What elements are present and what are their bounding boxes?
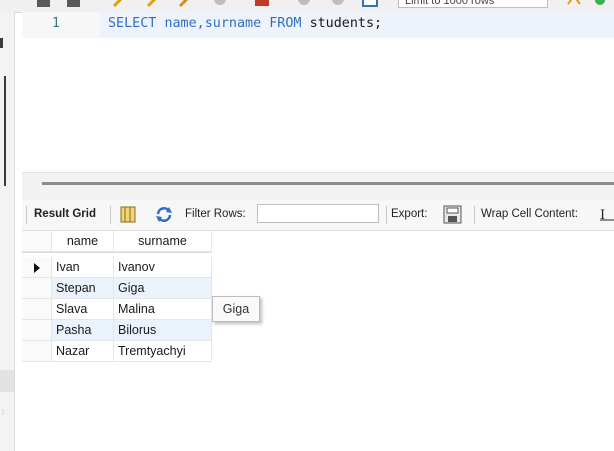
cell-surname[interactable]: Tremtyachyi — [114, 341, 212, 362]
cell-name[interactable]: Ivan — [52, 257, 114, 278]
toolbar-separator — [26, 206, 27, 224]
commit-icon[interactable] — [254, 0, 270, 8]
panel-splitter[interactable] — [22, 172, 614, 201]
grid-header-row: name surname — [22, 231, 212, 253]
cell-name[interactable]: Stepan — [52, 278, 114, 299]
navigator-edge-block — [0, 370, 14, 392]
navigator-panel-edge: ⁞ — [0, 12, 15, 451]
execute-query-icon[interactable] — [112, 0, 128, 8]
cell-name[interactable]: Pasha — [52, 320, 114, 341]
row-indicator[interactable] — [22, 341, 52, 362]
toolbar-separator — [474, 206, 475, 224]
result-toolbar: Result Grid Filter Rows: Export: Wrap Ce… — [22, 200, 614, 231]
query-table: students; — [309, 16, 383, 31]
wrap-cell-icon[interactable]: I — [600, 206, 614, 225]
table-row[interactable]: Slava Malina — [22, 299, 212, 320]
filter-rows-input[interactable] — [257, 204, 379, 223]
mysql-workbench-window: Limit to 1000 rows ⁞ 1 SELECT name,surna… — [0, 0, 614, 451]
cell-surname[interactable]: Bilorus — [114, 320, 212, 341]
keyword-from: FROM — [269, 16, 302, 31]
query-columns: name,surname — [164, 16, 262, 31]
cell-surname[interactable]: Malina — [114, 299, 212, 320]
export-icon[interactable] — [443, 205, 463, 227]
cell-tooltip: Giga — [212, 296, 260, 322]
refresh-icon[interactable] — [154, 206, 174, 226]
auto-commit-icon[interactable] — [330, 0, 346, 8]
table-row[interactable]: Pasha Bilorus — [22, 320, 212, 341]
sql-editor[interactable]: 1 SELECT name,surname FROM students; — [22, 12, 614, 172]
table-row[interactable]: Ivan Ivanov — [22, 257, 212, 278]
column-header-name[interactable]: name — [52, 231, 114, 252]
result-grid-tab[interactable]: Result Grid — [34, 208, 96, 220]
filter-rows-label: Filter Rows: — [185, 208, 246, 220]
save-icon[interactable] — [36, 0, 52, 8]
row-indicator-header — [22, 231, 52, 252]
row-indicator[interactable] — [22, 299, 52, 320]
grip-icon[interactable]: ⁞ — [2, 410, 10, 418]
beautify-icon[interactable] — [566, 0, 582, 8]
keyword-select: SELECT — [108, 16, 157, 31]
toolbar-separator — [110, 206, 111, 224]
sql-query-line[interactable]: SELECT name,surname FROM students; — [108, 16, 382, 31]
execute-current-icon[interactable] — [146, 0, 162, 8]
limit-rows-dropdown[interactable]: Limit to 1000 rows — [398, 0, 548, 8]
cell-surname[interactable]: Giga — [114, 278, 212, 299]
toolbar-separator — [386, 206, 387, 224]
grid-view-icon[interactable] — [120, 206, 136, 226]
column-header-surname[interactable]: surname — [114, 231, 212, 252]
row-indicator[interactable] — [22, 257, 52, 278]
export-label: Export: — [391, 208, 428, 220]
row-indicator[interactable] — [22, 278, 52, 299]
explain-icon[interactable] — [178, 0, 194, 8]
row-indicator[interactable] — [22, 320, 52, 341]
toggle-icon[interactable] — [362, 0, 378, 8]
navigator-edge-mark — [0, 38, 3, 48]
line-number: 1 — [52, 16, 60, 31]
table-row[interactable]: Nazar Tremtyachyi — [22, 341, 212, 362]
rollback-icon[interactable] — [296, 0, 312, 8]
cell-name[interactable]: Slava — [52, 299, 114, 320]
splitter-scrollbar[interactable] — [42, 182, 614, 185]
cell-name[interactable]: Nazar — [52, 341, 114, 362]
cell-surname[interactable]: Ivanov — [114, 257, 212, 278]
navigator-scrollbar[interactable] — [4, 76, 6, 186]
stop-icon[interactable] — [212, 0, 228, 8]
wrap-cell-content-label: Wrap Cell Content: — [481, 208, 578, 220]
line-gutter — [22, 12, 100, 38]
table-row[interactable]: Stepan Giga — [22, 278, 212, 299]
open-file-icon[interactable] — [66, 0, 82, 8]
find-icon[interactable] — [594, 0, 610, 8]
